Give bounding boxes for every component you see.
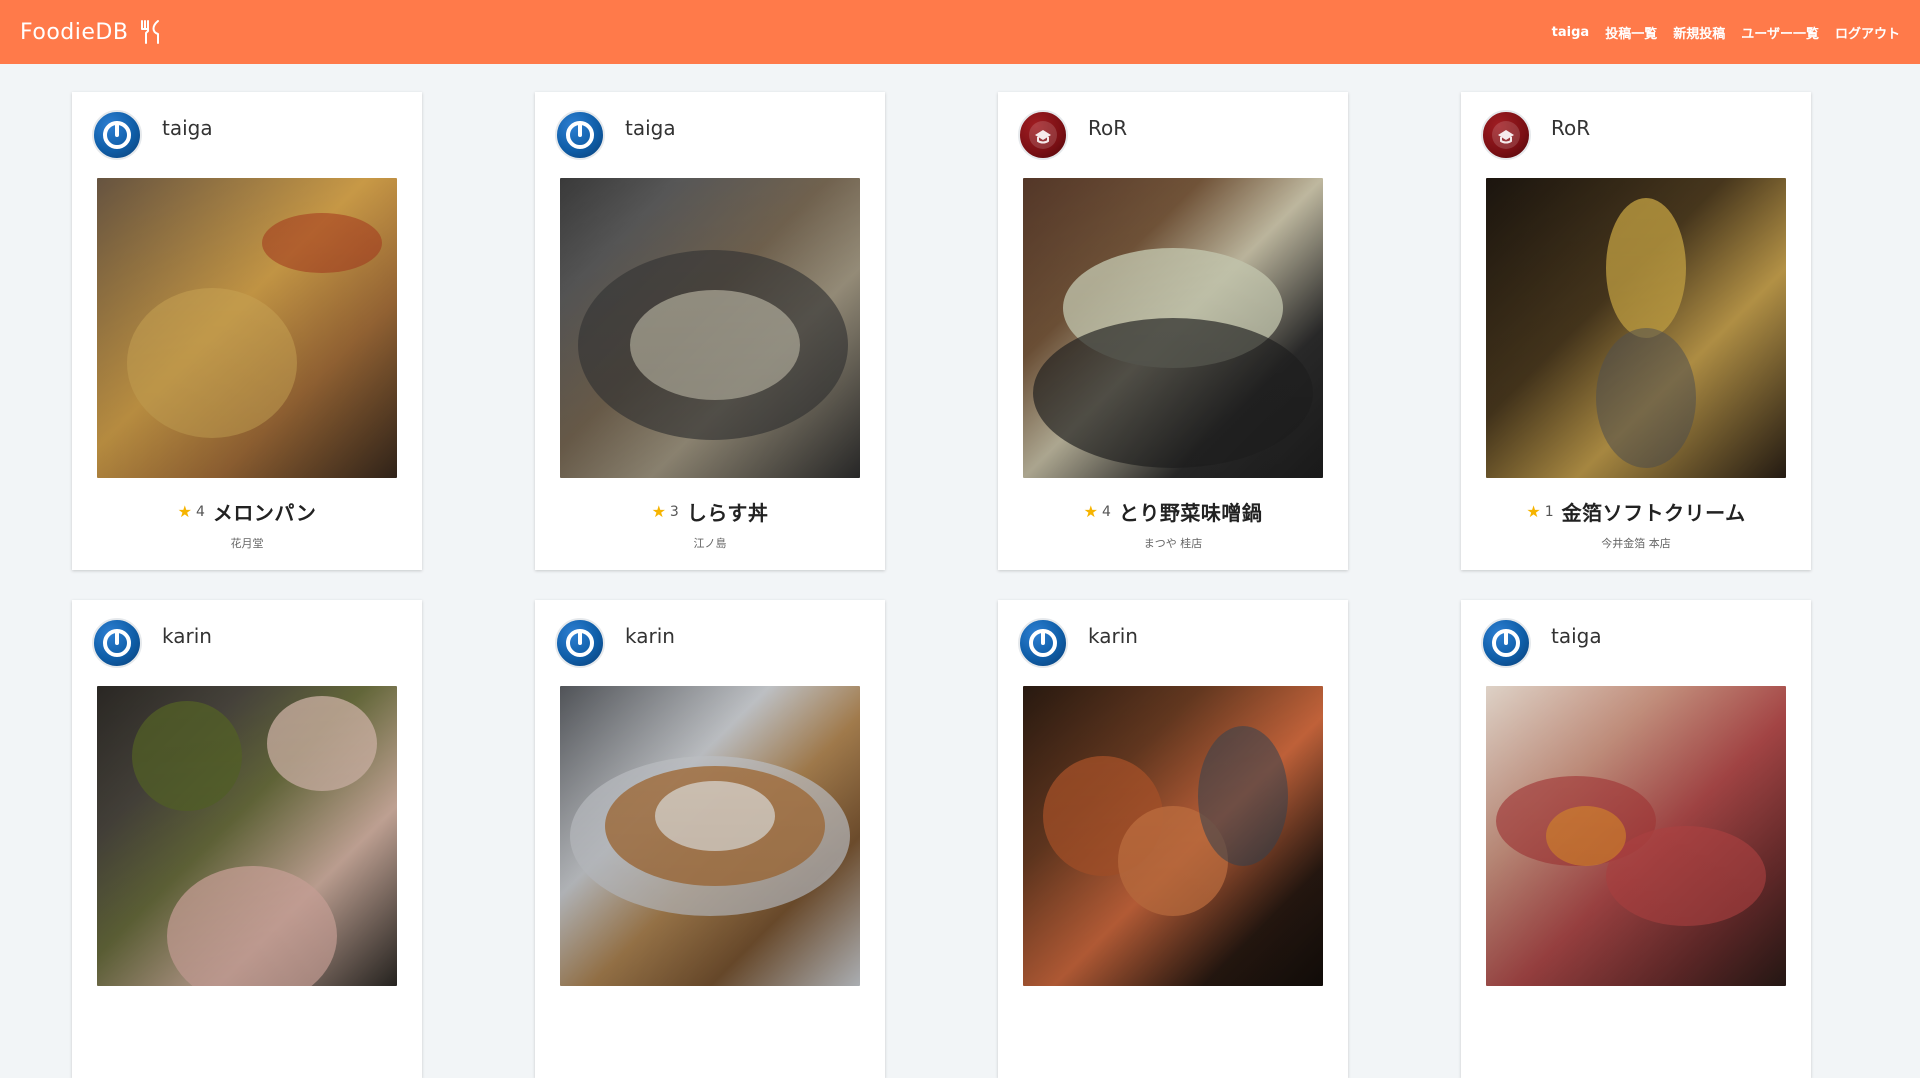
nav-user-link[interactable]: taiga: [1552, 25, 1590, 40]
username[interactable]: taiga: [1551, 624, 1602, 648]
brand-name: FoodieDB: [20, 19, 129, 45]
star-icon: ★: [1083, 501, 1098, 521]
post-title-row: ★ 1 金箔ソフトクリーム: [1481, 497, 1791, 526]
top-nav-bar: FoodieDB taiga 投稿一覧 新規投稿 ユーザー一覧 ログアウト: [0, 0, 1920, 64]
avatar[interactable]: [92, 110, 142, 160]
username[interactable]: taiga: [625, 116, 676, 140]
username[interactable]: karin: [1088, 624, 1138, 648]
nav-logout-link[interactable]: ログアウト: [1835, 23, 1900, 42]
username[interactable]: RoR: [1088, 116, 1127, 140]
avatar[interactable]: [1018, 618, 1068, 668]
avatar[interactable]: [92, 618, 142, 668]
post-card-header: karin: [1018, 618, 1328, 668]
post-card-header: RoR: [1018, 110, 1328, 160]
rating-value: 1: [1544, 503, 1554, 520]
dish-title[interactable]: しらす丼: [687, 497, 769, 526]
fork-knife-icon: [136, 18, 164, 46]
post-caption: ★ 4 とり野菜味噌鍋 まつや 桂店: [1018, 497, 1328, 551]
place-name: 江ノ島: [693, 537, 727, 550]
food-photo[interactable]: [1486, 178, 1786, 478]
post-card-header: taiga: [92, 110, 402, 160]
posts-grid: taiga ★ 4 メロンパン 花月堂 taiga ★ 3 しらす丼 江ノ島 R…: [72, 92, 1812, 1078]
post-card-header: taiga: [555, 110, 865, 160]
avatar[interactable]: [1481, 618, 1531, 668]
nav-posts-link[interactable]: 投稿一覧: [1605, 23, 1657, 42]
rating: ★ 4: [177, 501, 205, 521]
post-caption: ★ 1 金箔ソフトクリーム 今井金箔 本店: [1481, 497, 1791, 551]
rating: ★ 1: [1526, 501, 1554, 521]
food-photo[interactable]: [1023, 178, 1323, 478]
rating: ★ 3: [651, 501, 679, 521]
food-photo[interactable]: [97, 686, 397, 986]
post-title-row: ★ 3 しらす丼: [555, 497, 865, 526]
star-icon: ★: [651, 501, 666, 521]
food-photo[interactable]: [97, 178, 397, 478]
avatar[interactable]: [1018, 110, 1068, 160]
place-name: 花月堂: [230, 537, 264, 550]
dish-title[interactable]: メロンパン: [213, 497, 317, 526]
post-card[interactable]: taiga: [1461, 600, 1811, 1078]
avatar[interactable]: [1481, 110, 1531, 160]
post-card[interactable]: karin: [998, 600, 1348, 1078]
food-photo[interactable]: [560, 686, 860, 986]
place-name: まつや 桂店: [1143, 537, 1203, 550]
post-card[interactable]: taiga ★ 3 しらす丼 江ノ島: [535, 92, 885, 570]
dish-title[interactable]: 金箔ソフトクリーム: [1562, 497, 1746, 526]
brand-home-link[interactable]: FoodieDB: [20, 18, 164, 46]
post-card[interactable]: karin: [72, 600, 422, 1078]
food-photo[interactable]: [1486, 686, 1786, 986]
avatar[interactable]: [555, 110, 605, 160]
post-card-header: karin: [92, 618, 402, 668]
avatar[interactable]: [555, 618, 605, 668]
dish-title[interactable]: とり野菜味噌鍋: [1119, 497, 1263, 526]
star-icon: ★: [1526, 501, 1541, 521]
header-nav: taiga 投稿一覧 新規投稿 ユーザー一覧 ログアウト: [1552, 23, 1900, 42]
rating: ★ 4: [1083, 501, 1111, 521]
rating-value: 4: [1101, 503, 1111, 520]
food-photo[interactable]: [1023, 686, 1323, 986]
food-photo[interactable]: [560, 178, 860, 478]
post-card-header: karin: [555, 618, 865, 668]
post-caption: ★ 4 メロンパン 花月堂: [92, 497, 402, 551]
star-icon: ★: [177, 501, 192, 521]
post-card[interactable]: RoR ★ 1 金箔ソフトクリーム 今井金箔 本店: [1461, 92, 1811, 570]
post-title-row: ★ 4 メロンパン: [92, 497, 402, 526]
username[interactable]: karin: [625, 624, 675, 648]
rating-value: 3: [669, 503, 679, 520]
username[interactable]: taiga: [162, 116, 213, 140]
post-caption: ★ 3 しらす丼 江ノ島: [555, 497, 865, 551]
post-card-header: RoR: [1481, 110, 1791, 160]
nav-new-post-link[interactable]: 新規投稿: [1673, 23, 1725, 42]
rating-value: 4: [195, 503, 205, 520]
username[interactable]: karin: [162, 624, 212, 648]
post-card[interactable]: karin: [535, 600, 885, 1078]
post-card[interactable]: taiga ★ 4 メロンパン 花月堂: [72, 92, 422, 570]
username[interactable]: RoR: [1551, 116, 1590, 140]
post-card-header: taiga: [1481, 618, 1791, 668]
place-name: 今井金箔 本店: [1601, 537, 1671, 550]
post-title-row: ★ 4 とり野菜味噌鍋: [1018, 497, 1328, 526]
post-card[interactable]: RoR ★ 4 とり野菜味噌鍋 まつや 桂店: [998, 92, 1348, 570]
nav-users-link[interactable]: ユーザー一覧: [1741, 23, 1819, 42]
